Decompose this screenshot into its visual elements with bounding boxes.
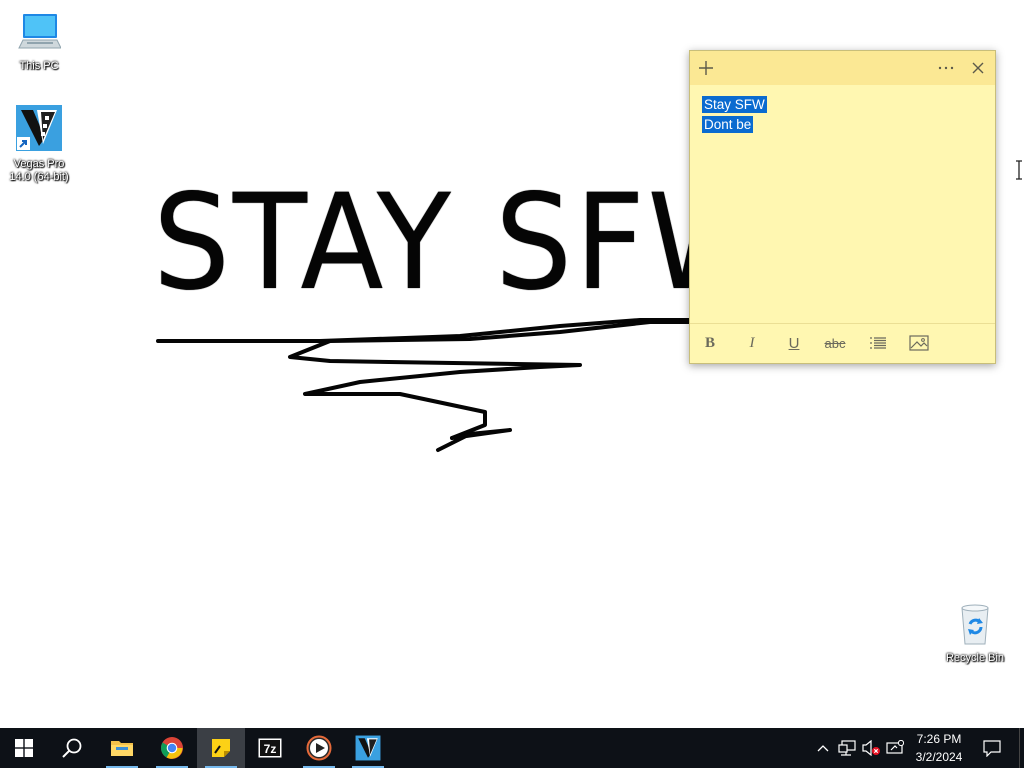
recycle-bin-label: Recycle Bin: [945, 652, 1005, 664]
text-cursor-icon: [1016, 160, 1022, 180]
sticky-notes-icon: [212, 739, 230, 757]
svg-text:7z: 7z: [264, 742, 277, 756]
taskbar-media-player[interactable]: [295, 728, 343, 768]
volume-tray-button[interactable]: [860, 728, 882, 768]
insert-image-button[interactable]: [904, 330, 934, 356]
new-note-button[interactable]: [692, 55, 720, 81]
display-icon: [886, 740, 904, 754]
sticky-note-window[interactable]: Stay SFW Dont be B I U abc: [689, 50, 996, 364]
sticky-note-header[interactable]: [690, 51, 995, 85]
note-text-area[interactable]: Stay SFW Dont be: [702, 95, 982, 315]
taskbar-chrome[interactable]: [148, 728, 196, 768]
image-icon: [909, 335, 929, 351]
clock-time: 7:26 PM: [916, 732, 962, 746]
desktop-icon-vegas-pro[interactable]: Vegas Pro 14.0 (64-bit): [2, 104, 76, 184]
clock-date: 3/2/2024: [915, 750, 963, 764]
more-options-button[interactable]: [932, 55, 960, 81]
taskbar-file-explorer[interactable]: [98, 728, 146, 768]
volume-muted-icon: [862, 740, 880, 756]
this-pc-icon: [18, 14, 62, 49]
taskbar-vegas-pro[interactable]: [344, 728, 392, 768]
chevron-up-icon: [817, 745, 829, 752]
underline-button[interactable]: U: [779, 330, 809, 356]
network-icon: [838, 740, 856, 756]
close-icon: [972, 62, 984, 74]
ellipsis-icon: [938, 66, 954, 70]
note-line: Stay SFW: [702, 96, 767, 113]
show-hidden-icons-button[interactable]: [812, 728, 834, 768]
desktop-icon-recycle-bin[interactable]: Recycle Bin: [938, 602, 1012, 665]
vegas-pro-label: Vegas Pro 14.0 (64-bit): [9, 158, 69, 183]
desktop: STAY SFW This PC Vegas Pro 14.0 (64-bit)…: [0, 0, 1024, 728]
chrome-icon: [161, 737, 183, 759]
search-button[interactable]: [48, 728, 96, 768]
bold-button[interactable]: B: [695, 330, 725, 356]
desktop-icon-this-pc[interactable]: This PC: [2, 10, 76, 73]
strikethrough-button[interactable]: abc: [818, 330, 852, 356]
recycle-bin-icon: [961, 604, 989, 645]
taskbar: 7z 7:26 PM 3/2/2024: [0, 728, 1024, 768]
network-tray-button[interactable]: [836, 728, 858, 768]
plus-icon: [699, 61, 713, 75]
wallpaper-scribble: [156, 318, 692, 452]
bullet-list-icon: [870, 337, 886, 349]
formatting-toolbar: B I U abc: [690, 328, 995, 358]
vegas-pro-icon: [16, 105, 62, 151]
this-pc-label: This PC: [19, 60, 59, 72]
display-tray-button[interactable]: [884, 728, 906, 768]
start-button[interactable]: [0, 728, 48, 768]
media-player-icon: [306, 735, 332, 761]
windows-logo-icon: [15, 739, 33, 757]
italic-button[interactable]: I: [737, 330, 767, 356]
vegas-pro-icon: [355, 735, 381, 761]
close-note-button[interactable]: [964, 55, 992, 81]
search-icon: [62, 738, 82, 758]
bullet-list-button[interactable]: [863, 330, 893, 356]
taskbar-7zip[interactable]: 7z: [246, 728, 294, 768]
folder-icon: [111, 741, 133, 756]
action-center-button[interactable]: [976, 728, 1008, 768]
show-desktop-button[interactable]: [1019, 728, 1024, 768]
taskbar-sticky-notes[interactable]: [197, 728, 245, 768]
note-line: Dont be: [702, 116, 754, 133]
7zip-icon: 7z: [258, 738, 282, 758]
notification-icon: [983, 740, 1001, 757]
toolbar-divider: [690, 323, 995, 324]
taskbar-clock[interactable]: 7:26 PM 3/2/2024: [908, 728, 970, 768]
